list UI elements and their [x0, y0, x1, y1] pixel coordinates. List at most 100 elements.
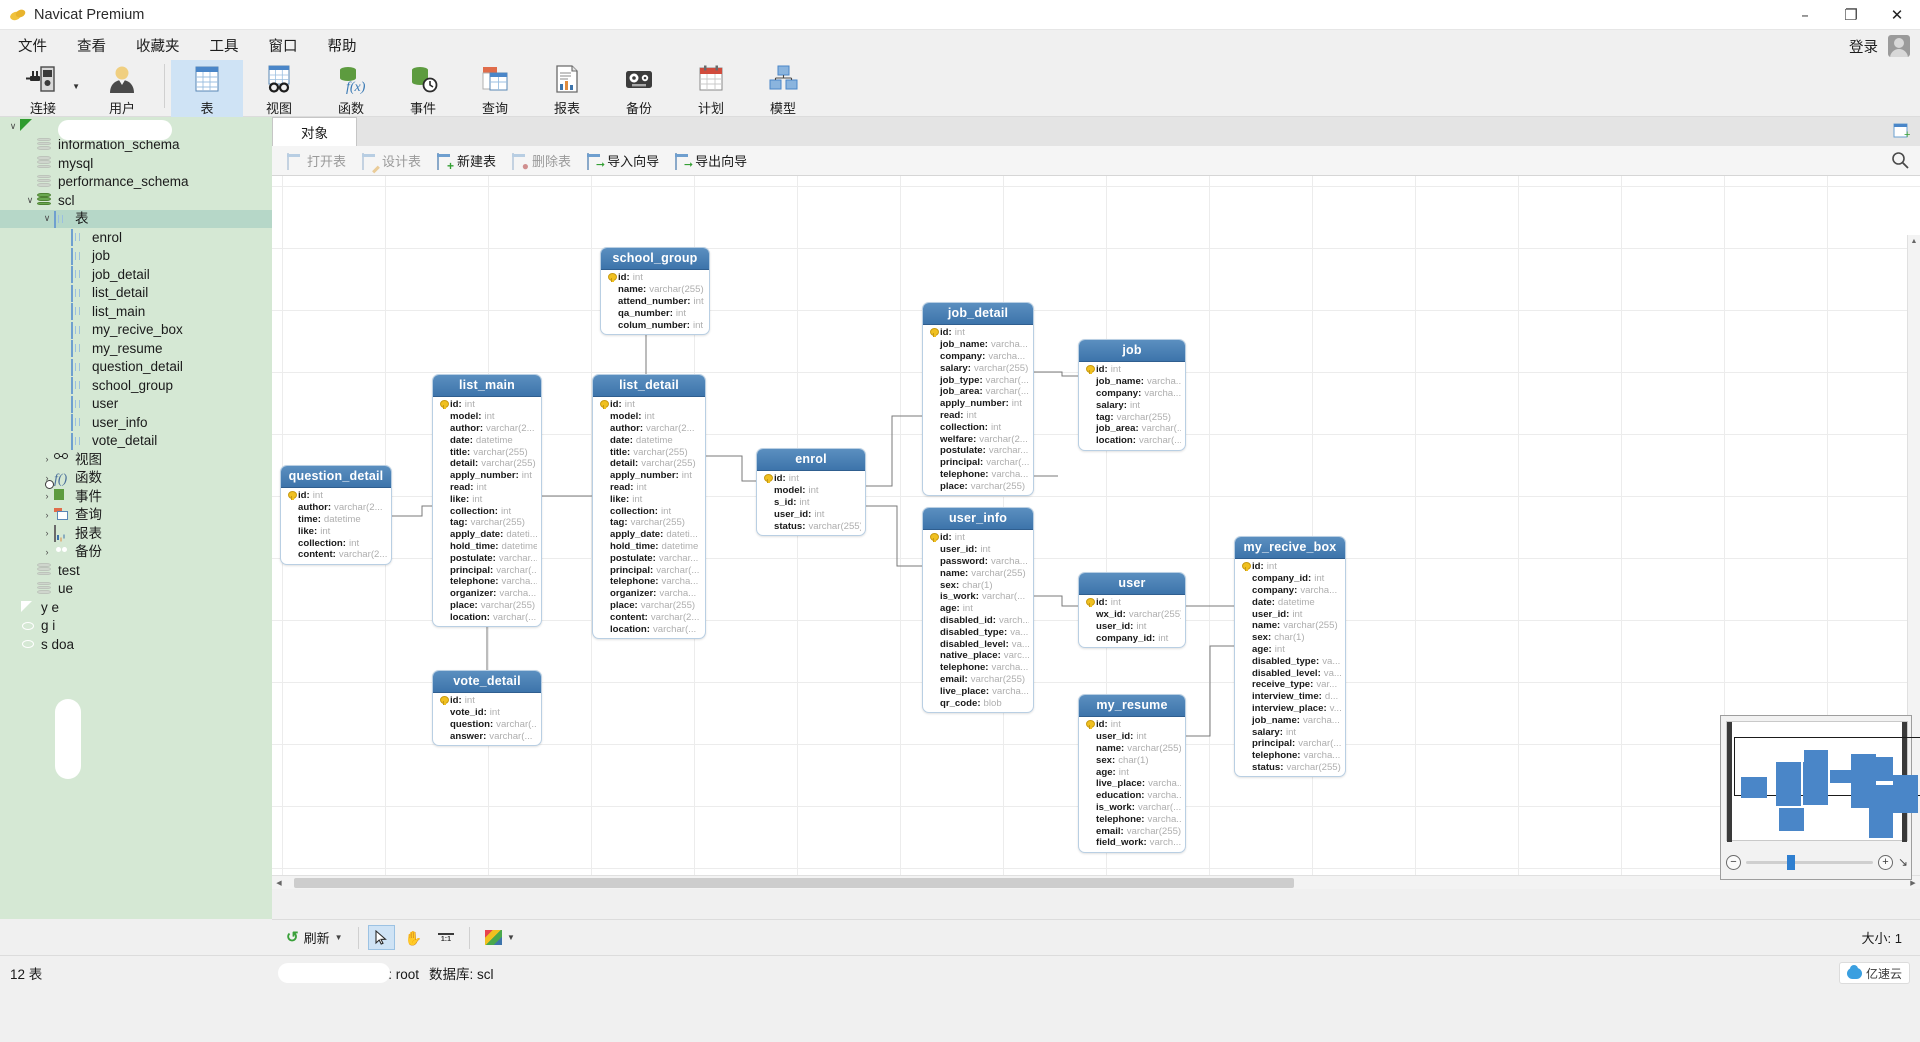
- er-column-row[interactable]: read:int: [927, 410, 1029, 422]
- er-column-row[interactable]: status:varchar(255): [1239, 762, 1341, 774]
- sidebar-item-enrol[interactable]: enrol: [0, 228, 272, 247]
- er-column-row[interactable]: wx_id:varchar(255): [1083, 609, 1181, 621]
- er-column-row[interactable]: location:varchar(...: [1083, 435, 1181, 447]
- sidebar-item-school_group[interactable]: school_group: [0, 376, 272, 395]
- er-column-row[interactable]: id:int: [597, 399, 701, 411]
- er-column-row[interactable]: name:varchar(255): [605, 284, 705, 296]
- sidebar-item-s-doa[interactable]: s doa: [0, 635, 272, 654]
- sidebar-item-y-e[interactable]: y e: [0, 598, 272, 617]
- er-column-row[interactable]: like:int: [437, 493, 537, 505]
- er-column-row[interactable]: field_work:varch...: [1083, 837, 1181, 849]
- er-column-row[interactable]: author:varchar(2...: [437, 423, 537, 435]
- er-column-row[interactable]: qr_code:blob: [927, 697, 1029, 709]
- search-icon[interactable]: [1890, 150, 1910, 170]
- refresh-button[interactable]: ↺ 刷新 ▼: [280, 924, 349, 951]
- er-column-row[interactable]: job_name:varcha...: [1083, 376, 1181, 388]
- sidebar-item-查询[interactable]: ›查询: [0, 506, 272, 525]
- ribbon-query[interactable]: 查询: [459, 60, 531, 117]
- sidebar-item-list_main[interactable]: list_main: [0, 302, 272, 321]
- er-column-row[interactable]: detail:varchar(255): [597, 458, 701, 470]
- minimap-canvas[interactable]: [1726, 721, 1908, 841]
- login-area[interactable]: 登录: [1849, 30, 1910, 62]
- tab-objects[interactable]: 对象: [272, 117, 357, 146]
- er-column-row[interactable]: telephone:varcha...: [1239, 750, 1341, 762]
- sidebar-item-list_detail[interactable]: list_detail: [0, 284, 272, 303]
- chevron-toggle-icon[interactable]: ∨: [40, 213, 54, 224]
- chevron-toggle-icon[interactable]: ›: [40, 454, 54, 464]
- sidebar-item-user_info[interactable]: user_info: [0, 413, 272, 432]
- ribbon-connection[interactable]: 连接 ▼: [0, 60, 86, 117]
- chevron-down-icon[interactable]: ▼: [72, 82, 80, 91]
- er-column-row[interactable]: principal:varchar(...: [1239, 738, 1341, 750]
- er-column-row[interactable]: like:int: [285, 525, 387, 537]
- er-column-row[interactable]: disabled_type:va...: [1239, 655, 1341, 667]
- er-column-row[interactable]: email:varchar(255): [1083, 825, 1181, 837]
- er-column-row[interactable]: location:varchar(...: [597, 623, 701, 635]
- er-diagram-canvas[interactable]: school_groupid:intname:varchar(255)atten…: [272, 176, 1920, 889]
- er-column-row[interactable]: user_id:int: [1239, 608, 1341, 620]
- er-column-row[interactable]: organizer:varcha...: [437, 588, 537, 600]
- menu-favorites[interactable]: 收藏夹: [124, 32, 192, 59]
- er-column-row[interactable]: title:varchar(255): [597, 446, 701, 458]
- er-column-row[interactable]: model:int: [761, 485, 861, 497]
- er-column-row[interactable]: hold_time:datetime: [597, 541, 701, 553]
- minimize-button[interactable]: –: [1782, 0, 1828, 30]
- er-column-row[interactable]: read:int: [437, 482, 537, 494]
- canvas-horizontal-scrollbar[interactable]: ◀ ▶: [272, 875, 1920, 889]
- er-column-row[interactable]: collection:int: [927, 421, 1029, 433]
- er-column-row[interactable]: age:int: [1083, 766, 1181, 778]
- er-column-row[interactable]: company:varcha...: [1239, 585, 1341, 597]
- er-table-user[interactable]: userid:intwx_id:varchar(255)user_id:intc…: [1078, 572, 1186, 648]
- sidebar-item-job[interactable]: job: [0, 247, 272, 266]
- er-column-row[interactable]: telephone:varcha...: [437, 576, 537, 588]
- er-column-row[interactable]: job_type:varchar(...: [927, 374, 1029, 386]
- er-column-row[interactable]: telephone:varcha...: [597, 576, 701, 588]
- sidebar-item-my_resume[interactable]: my_resume: [0, 339, 272, 358]
- er-column-row[interactable]: id:int: [285, 490, 387, 502]
- er-column-row[interactable]: id:int: [1083, 719, 1181, 731]
- er-column-row[interactable]: content:varchar(2...: [285, 549, 387, 561]
- er-column-row[interactable]: content:varchar(2...: [597, 611, 701, 623]
- er-column-row[interactable]: hold_time:datetime: [437, 541, 537, 553]
- er-column-row[interactable]: salary:int: [1239, 726, 1341, 738]
- er-column-row[interactable]: author:varchar(2...: [285, 502, 387, 514]
- er-column-row[interactable]: apply_date:dateti...: [597, 529, 701, 541]
- ribbon-event[interactable]: 事件: [387, 60, 459, 117]
- er-column-row[interactable]: question:varchar(...: [437, 719, 537, 731]
- er-column-row[interactable]: title:varchar(255): [437, 446, 537, 458]
- scroll-left-arrow[interactable]: ◀: [272, 879, 286, 887]
- er-column-row[interactable]: disabled_level:va...: [927, 638, 1029, 650]
- er-column-row[interactable]: collection:int: [597, 505, 701, 517]
- er-column-row[interactable]: education:varcha...: [1083, 790, 1181, 802]
- sidebar-item-scl[interactable]: ∨scl: [0, 191, 272, 210]
- er-column-row[interactable]: tag:varchar(255): [597, 517, 701, 529]
- scroll-thumb[interactable]: [294, 878, 1294, 888]
- er-column-row[interactable]: time:datetime: [285, 514, 387, 526]
- er-column-row[interactable]: job_name:varcha...: [927, 339, 1029, 351]
- new-table-button[interactable]: + 新建表: [430, 148, 503, 173]
- er-column-row[interactable]: welfare:varchar(2...: [927, 433, 1029, 445]
- chevron-toggle-icon[interactable]: ∨: [6, 121, 20, 132]
- er-column-row[interactable]: id:int: [605, 272, 705, 284]
- scroll-track[interactable]: [286, 876, 1906, 890]
- er-column-row[interactable]: company_id:int: [1239, 573, 1341, 585]
- menu-help[interactable]: 帮助: [316, 32, 369, 59]
- er-column-row[interactable]: job_name:varcha...: [1239, 714, 1341, 726]
- sidebar-item-user[interactable]: user: [0, 395, 272, 414]
- er-column-row[interactable]: disabled_type:va...: [927, 626, 1029, 638]
- er-column-row[interactable]: user_id:int: [761, 508, 861, 520]
- sidebar-item-表[interactable]: ∨表: [0, 210, 272, 229]
- er-column-row[interactable]: user_id:int: [1083, 731, 1181, 743]
- ribbon-backup[interactable]: 备份: [603, 60, 675, 117]
- ribbon-table[interactable]: 表: [171, 60, 243, 117]
- er-column-row[interactable]: author:varchar(2...: [597, 423, 701, 435]
- sidebar-item-视图[interactable]: ›视图: [0, 450, 272, 469]
- er-column-row[interactable]: receive_type:var...: [1239, 679, 1341, 691]
- avatar[interactable]: [1888, 35, 1910, 57]
- er-column-row[interactable]: password:varcha...: [927, 556, 1029, 568]
- er-column-row[interactable]: id:int: [1083, 597, 1181, 609]
- er-column-row[interactable]: tag:varchar(255): [1083, 411, 1181, 423]
- diagram-minimap[interactable]: − + ↘: [1720, 715, 1912, 880]
- er-column-row[interactable]: collection:int: [285, 537, 387, 549]
- er-column-row[interactable]: answer:varchar(...: [437, 730, 537, 742]
